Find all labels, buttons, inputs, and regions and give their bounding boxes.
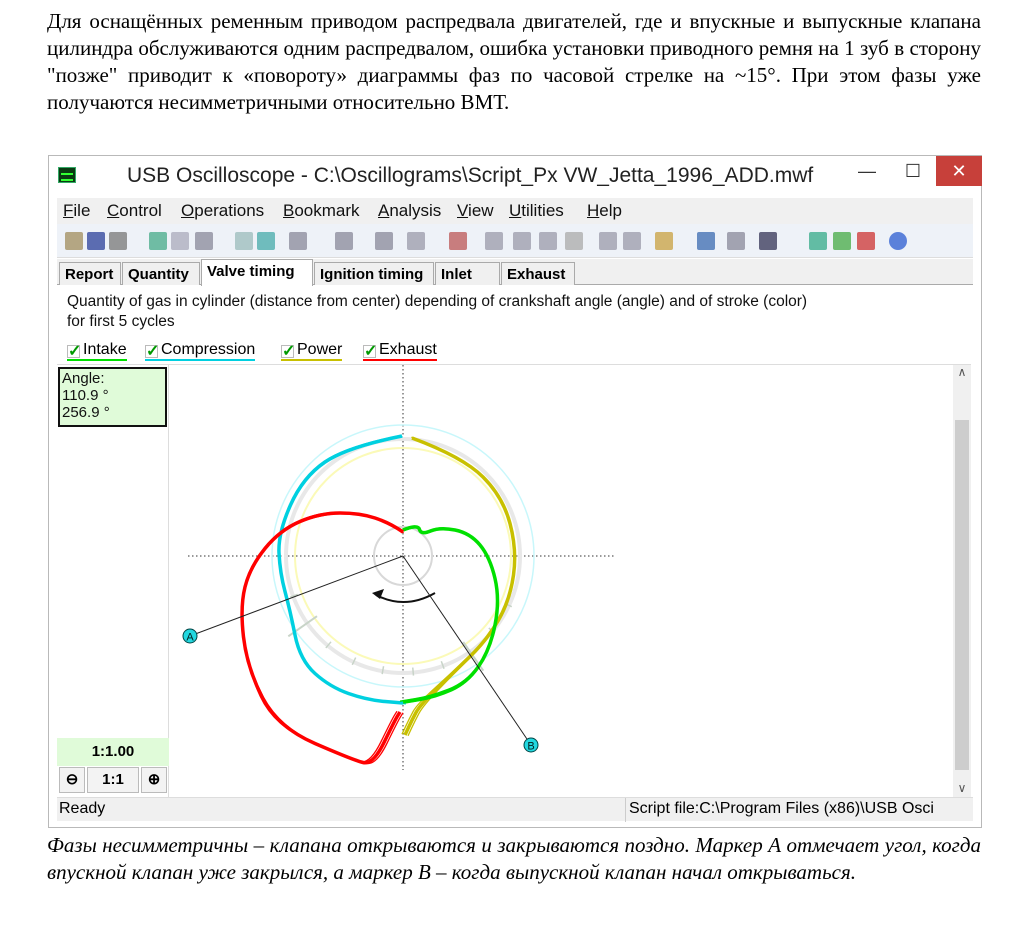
rotation-arrow bbox=[375, 592, 436, 604]
exhaust-trace bbox=[242, 513, 404, 765]
valve-timing-polar-plot: AB bbox=[182, 365, 615, 770]
angle-tick bbox=[412, 667, 415, 676]
exhaust-trace bbox=[240, 511, 404, 765]
marker-label: A bbox=[186, 632, 194, 644]
caption-paragraph: Фазы несимметричны – клапана открываются… bbox=[47, 833, 981, 884]
marker-label: B bbox=[527, 741, 534, 753]
